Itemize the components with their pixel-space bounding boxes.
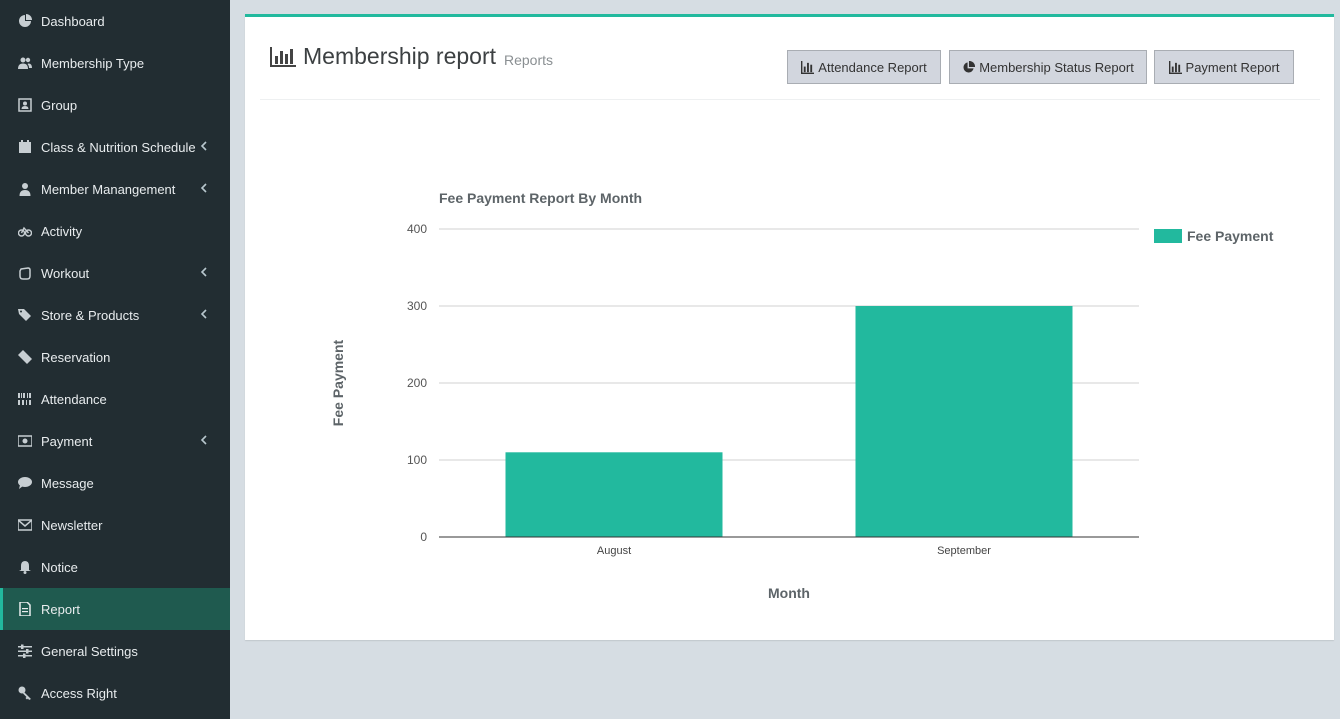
file-icon <box>17 602 33 616</box>
ticket-icon <box>17 350 33 364</box>
y-tick-label: 0 <box>420 530 427 544</box>
barcode-icon <box>17 392 33 406</box>
sidebar-item-class-nutrition-schedule[interactable]: Class & Nutrition Schedule <box>0 126 230 168</box>
tags-icon <box>17 308 33 322</box>
sidebar-item-label: Attendance <box>41 391 107 407</box>
sidebar-item-workout[interactable]: Workout <box>0 252 230 294</box>
sidebar-item-label: General Settings <box>41 643 138 659</box>
sidebar-item-label: Member Manangement <box>41 181 176 197</box>
bar <box>855 306 1073 537</box>
y-tick-label: 100 <box>407 453 427 467</box>
report-box: Membership report Reports Attendance Rep… <box>245 14 1334 640</box>
sidebar-item-reservation[interactable]: Reservation <box>0 336 230 378</box>
x-axis-label: Month <box>768 585 810 601</box>
sidebar-item-label: Class & Nutrition Schedule <box>41 139 196 155</box>
sidebar-item-label: Notice <box>41 559 78 575</box>
sidebar-item-member-manangement[interactable]: Member Manangement <box>0 168 230 210</box>
fee-payment-chart: Fee Payment Report By Month 0 100 200 300 400… <box>245 17 1334 643</box>
chart-svg: Fee Payment Report By Month 0 100 200 300 400… <box>330 190 1274 601</box>
comment-icon <box>17 476 33 490</box>
sidebar-item-dashboard[interactable]: Dashboard <box>0 0 230 42</box>
chevron-left-icon <box>200 434 212 448</box>
sidebar-item-access-right[interactable]: Access Right <box>0 672 230 714</box>
group-icon <box>17 98 33 112</box>
y-tick-label: 200 <box>407 376 427 390</box>
user-icon <box>17 182 33 196</box>
legend-label: Fee Payment <box>1187 228 1274 244</box>
sidebar-item-label: Message <box>41 475 94 491</box>
key-icon <box>17 686 33 700</box>
sidebar-menu: Dashboard Membership Type Group Class & Nut… <box>0 0 230 714</box>
sidebar-item-newsletter[interactable]: Newsletter <box>0 504 230 546</box>
sidebar-item-label: Workout <box>41 265 90 281</box>
chevron-left-icon <box>200 140 212 154</box>
sidebar-item-label: Dashboard <box>41 13 105 29</box>
sidebar-item-attendance[interactable]: Attendance <box>0 378 230 420</box>
sidebar-item-label: Payment <box>41 433 93 449</box>
y-tick-label: 300 <box>407 299 427 313</box>
sidebar-item-group[interactable]: Group <box>0 84 230 126</box>
sidebar-item-activity[interactable]: Activity <box>0 210 230 252</box>
bicycle-icon <box>17 224 33 238</box>
calendar-icon <box>17 140 33 154</box>
sidebar-item-membership-type[interactable]: Membership Type <box>0 42 230 84</box>
dashboard-icon <box>17 14 33 28</box>
bell-icon <box>17 560 33 574</box>
sidebar-item-label: Membership Type <box>41 55 145 71</box>
sidebar-item-label: Store & Products <box>41 307 140 323</box>
sidebar-item-label: Access Right <box>41 685 117 701</box>
sidebar-item-label: Reservation <box>41 349 111 365</box>
sidebar-item-message[interactable]: Message <box>0 462 230 504</box>
y-tick-label: 400 <box>407 222 427 236</box>
sidebar-item-label: Activity <box>41 223 83 239</box>
sidebar-item-general-settings[interactable]: General Settings <box>0 630 230 672</box>
chevron-left-icon <box>200 308 212 322</box>
sidebar-item-label: Report <box>41 601 81 617</box>
sidebar-item-label: Group <box>41 97 78 113</box>
chevron-left-icon <box>200 182 212 196</box>
money-icon <box>17 434 33 448</box>
legend-swatch <box>1154 229 1182 243</box>
sidebar-item-label: Newsletter <box>41 517 103 533</box>
chart-title: Fee Payment Report By Month <box>439 190 642 206</box>
x-tick-label: September <box>937 545 991 557</box>
x-tick-label: August <box>597 545 631 557</box>
sidebar-item-notice[interactable]: Notice <box>0 546 230 588</box>
sidebar-item-store-products[interactable]: Store & Products <box>0 294 230 336</box>
users-icon <box>17 56 33 70</box>
sliders-icon <box>17 644 33 658</box>
y-axis-label: Fee Payment <box>330 339 346 426</box>
sidebar-item-payment[interactable]: Payment <box>0 420 230 462</box>
hand-icon <box>17 266 33 280</box>
envelope-icon <box>17 518 33 532</box>
sidebar-item-report[interactable]: Report <box>0 588 230 630</box>
chevron-left-icon <box>200 266 212 280</box>
sidebar: Dashboard Membership Type Group Class & Nut… <box>0 0 230 719</box>
bar <box>505 452 723 537</box>
